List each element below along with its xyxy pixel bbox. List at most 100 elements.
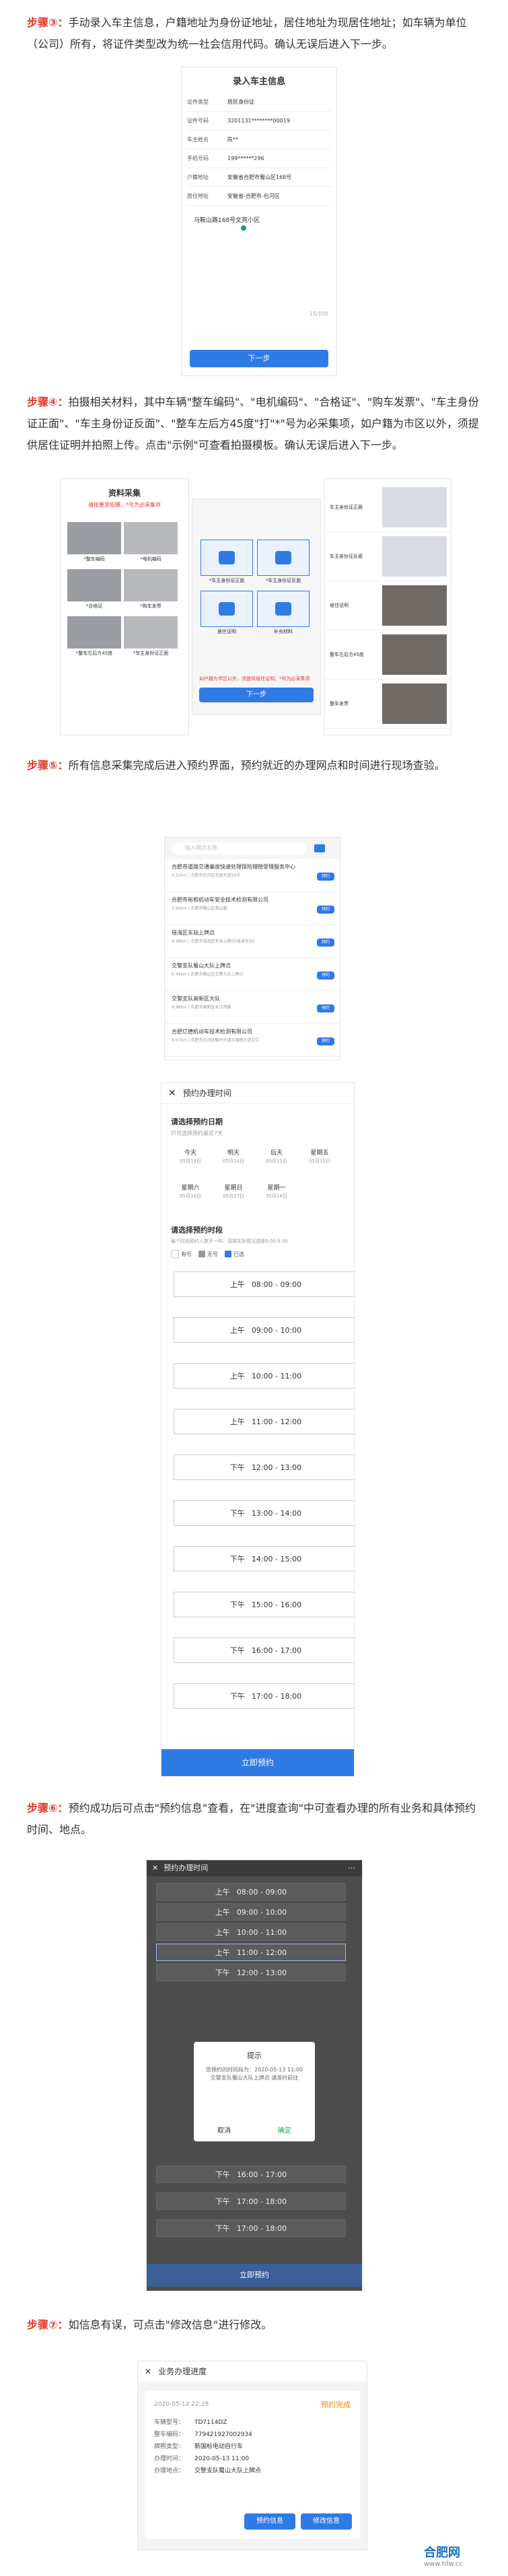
outlet-book-button[interactable]: 预约 [317, 971, 334, 980]
material-row-label: 居住证明 [330, 603, 349, 608]
date-heading: 请选择预约日期 [171, 1117, 223, 1126]
step6-paragraph: 步骤⑥：预约成功后可点击"预约信息"查看，在"进度查询"中可查看办理的所有业务和… [27, 1798, 484, 1841]
mid-next-button[interactable]: 下一步 [199, 688, 314, 702]
outlet-book-button[interactable]: 预约 [317, 1037, 334, 1045]
time-slot[interactable]: 下午 15:00 - 16:00 [174, 1592, 354, 1617]
slot-time: 10:00 - 11:00 [236, 1927, 287, 1937]
progress-time: 2020-05-12 22:28 [154, 2401, 209, 2408]
materials-left-panel: 资料采集 请按要求拍摄，*号为必采集项 *整车编码 *电机编码 *合格证 *购车发票 *… [61, 479, 188, 735]
time-slot[interactable]: 下午 16:00 - 17:00 [174, 1637, 354, 1663]
dialog-time-slot[interactable]: 上午 10:00 - 11:00 [156, 1923, 346, 1941]
materials-screenshots: 资料采集 请按要求拍摄，*号为必采集项 *整车编码 *电机编码 *合格证 *购车发票 *… [61, 479, 451, 735]
form-field-row[interactable]: 户籍地址 安徽省合肥市蜀山区168号 [187, 168, 331, 187]
book-now-button[interactable]: 立即预约 [161, 1749, 354, 1776]
outlet-item[interactable]: 交警支队高新区大队 6.98km | 合肥市高新区长江西路 预约 [165, 991, 340, 1024]
edit-info-button[interactable]: 修改信息 [301, 2513, 352, 2530]
confirm-modal: 提示 您预约的时间段为：2020-05-13 11:00 交警支队蜀山大队上牌点… [194, 2042, 315, 2141]
material-item[interactable]: *电机编码 [124, 522, 178, 562]
time-slot[interactable]: 上午 08:00 - 09:00 [174, 1272, 354, 1297]
outlet-item[interactable]: 合肥市裕和机动车安全技术检测有限公司 3.95km | 合肥市蜀山区黄山路 预约 [165, 892, 340, 925]
date-option[interactable]: 星期一 05月18日 [257, 1179, 296, 1208]
material-row[interactable]: 整车左后方45度 [324, 630, 451, 679]
form-field-row[interactable]: 居住地址 安徽省-合肥市-包河区 [187, 187, 331, 206]
dialog-time-slot[interactable]: 下午 17:00 - 18:00 [156, 2219, 346, 2237]
time-heading: 请选择预约时段 [171, 1226, 223, 1235]
date-option[interactable]: 明天 05月14日 [214, 1144, 253, 1173]
form-field-row[interactable]: 证件类型 居民身份证 [187, 93, 331, 112]
slot-time: 12:00 - 13:00 [251, 1463, 302, 1472]
step-text: 如信息有误，可点击"修改信息"进行修改。 [68, 2318, 273, 2331]
idcard-item[interactable]: *车主身份证正面 [201, 540, 253, 584]
progress-value: 新国标电动自行车 [194, 2443, 244, 2450]
date-weekday: 后天 [270, 1150, 283, 1156]
material-row[interactable]: 居住证明 [324, 581, 451, 630]
watermark-url: www.hfw.cc [424, 2561, 463, 2568]
outlet-item[interactable]: 交警支队蜀山大队上牌点 6.44km | 合肥市蜀山区交警大队上牌点 预约 [165, 958, 340, 991]
close-icon[interactable]: ✕ [152, 1860, 158, 1876]
material-row-photo [382, 585, 447, 626]
date-option[interactable]: 星期日 05月17日 [214, 1179, 253, 1208]
time-slot[interactable]: 下午 13:00 - 14:00 [174, 1500, 354, 1526]
material-item[interactable]: *购车发票 [124, 569, 178, 610]
slot-time: 11:00 - 12:00 [236, 1948, 287, 1957]
next-button[interactable]: 下一步 [190, 350, 328, 367]
close-icon[interactable]: ✕ [145, 2361, 151, 2382]
date-option[interactable]: 后天 05月15日 [257, 1144, 296, 1173]
form-field-row[interactable]: 车主姓名 陈** [187, 131, 331, 149]
outlet-item[interactable]: 合肥亿德机动车技术检测有限公司 8.07km | 合肥市包河区徽州大道与锦绣大道交… [165, 1024, 340, 1057]
material-row-label: 车主身份证正面 [330, 505, 363, 510]
slot-period: 下午 [229, 1600, 245, 1609]
confirm-button[interactable]: 确定 [278, 2125, 291, 2135]
slot-time: 13:00 - 14:00 [251, 1508, 302, 1518]
material-row[interactable]: 整车发票 [324, 679, 451, 729]
field-label: 证件类型 [187, 99, 209, 105]
date-option[interactable]: 今天 05月13日 [171, 1144, 210, 1173]
time-slot[interactable]: 上午 10:00 - 11:00 [174, 1363, 354, 1389]
time-slot[interactable]: 下午 12:00 - 13:00 [174, 1455, 354, 1480]
modal-title: 提示 [247, 2051, 262, 2060]
form-field-row[interactable]: 手机号码 199******296 [187, 149, 331, 168]
material-row-label: 整车发票 [330, 701, 349, 706]
material-item[interactable]: *车主身份证正面 [124, 616, 178, 657]
material-row[interactable]: 车主身份证正面 [324, 483, 451, 532]
idcard-item[interactable]: *车主身份证反面 [257, 540, 310, 584]
field-value: 199******296 [227, 155, 264, 161]
outlet-item[interactable]: 瑶海区东站上牌点 6.38km | 合肥市瑶海区东站上牌点(瑶海东站) 预约 [165, 925, 340, 958]
map-icon[interactable] [314, 844, 325, 852]
idcard-item[interactable]: 补充材料 [257, 591, 310, 635]
date-option[interactable]: 星期五 05月15日 [300, 1144, 339, 1173]
booking-info-button[interactable]: 预约信息 [244, 2513, 295, 2530]
camera-icon [275, 551, 291, 564]
material-item[interactable]: *整车左后方45度 [67, 616, 121, 657]
idcard-item[interactable]: 居住证明 [201, 591, 253, 635]
outlet-book-button[interactable]: 预约 [317, 906, 334, 914]
material-row[interactable]: 车主身份证反面 [324, 532, 451, 581]
time-slot[interactable]: 上午 09:00 - 10:00 [174, 1317, 354, 1343]
outlet-book-button[interactable]: 预约 [317, 939, 334, 947]
outlet-search-input[interactable]: 输入网点名称 [172, 842, 306, 854]
camera-icon [275, 602, 291, 616]
dialog-time-slot[interactable]: 上午 09:00 - 10:00 [156, 1903, 346, 1921]
outlet-book-button[interactable]: 预约 [317, 873, 334, 881]
time-slot[interactable]: 下午 14:00 - 15:00 [174, 1546, 354, 1572]
cancel-button[interactable]: 取消 [217, 2125, 231, 2135]
close-icon[interactable]: ✕ [168, 1083, 176, 1103]
slot-period: 下午 [229, 1646, 245, 1655]
outlet-book-button[interactable]: 预约 [317, 1004, 334, 1013]
dialog-time-slot[interactable]: 下午 16:00 - 17:00 [156, 2166, 346, 2183]
dialog-time-slot[interactable]: 上午 08:00 - 09:00 [156, 1883, 346, 1901]
more-icon[interactable]: ⋯ [348, 1860, 355, 1876]
time-slot[interactable]: 上午 11:00 - 12:00 [174, 1409, 354, 1434]
material-item[interactable]: *整车编码 [67, 522, 121, 562]
date-weekday: 星期一 [267, 1185, 286, 1191]
dialog-time-slot[interactable]: 上午 11:00 - 12:00 [156, 1944, 346, 1961]
form-field-row[interactable]: 证件号码 3201131********00019 [187, 112, 331, 131]
material-item[interactable]: *合格证 [67, 569, 121, 610]
dialog-time-slot[interactable]: 下午 17:00 - 18:00 [156, 2193, 346, 2210]
outlet-item[interactable]: 合肥市道路交通事故快速处理保险理赔受理服务中心 3.32km | 合肥市包河区花园… [165, 859, 340, 892]
time-slot[interactable]: 下午 17:00 - 18:00 [174, 1683, 354, 1709]
dialog-time-slot[interactable]: 下午 12:00 - 13:00 [156, 1964, 346, 1981]
dialog-book-button[interactable]: 立即预约 [147, 2264, 362, 2287]
date-option[interactable]: 星期六 05月16日 [171, 1179, 210, 1208]
progress-row: 车辆型号： TD7114DZ [154, 2417, 351, 2429]
